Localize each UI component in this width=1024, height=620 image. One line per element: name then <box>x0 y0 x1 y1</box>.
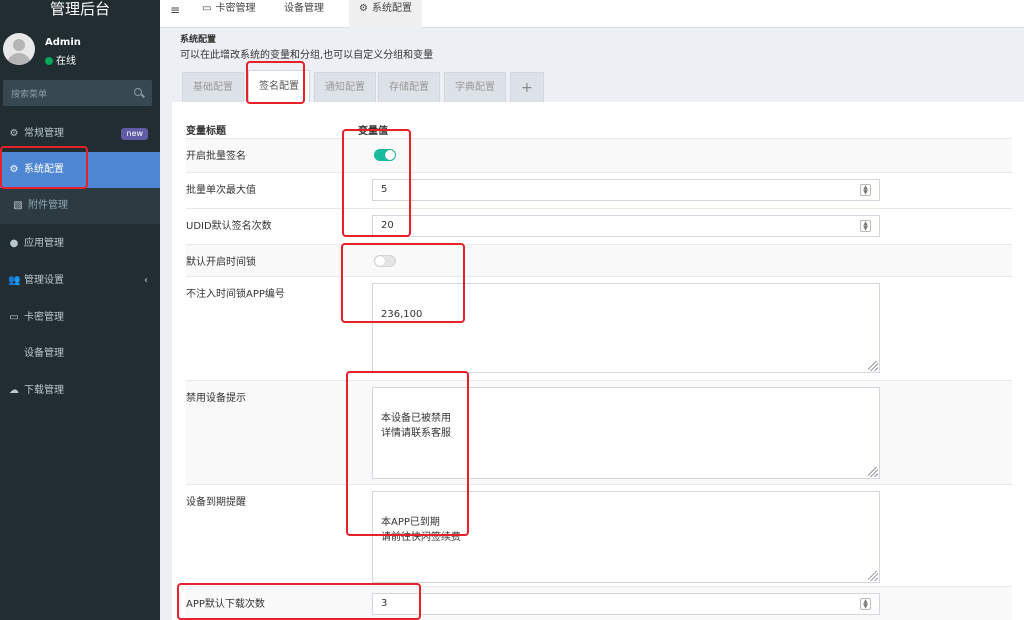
highlight-box <box>341 243 465 323</box>
row-label: 禁用设备提示 <box>186 393 246 404</box>
tab-dict-config[interactable]: 字典配置 <box>444 72 506 102</box>
sidebar: 管理后台 Admin 在线 搜索菜单 ⚙ 常规管理 new ⚙ 系统配置 ▧ 附件管理… <box>0 0 160 620</box>
users-icon: 👥 <box>8 275 21 286</box>
brand-title[interactable]: 管理后台 <box>0 0 160 22</box>
config-row: 默认开启时间锁 <box>186 244 1012 276</box>
user-name: Admin <box>45 37 81 48</box>
column-header-title: 变量标题 <box>186 126 226 137</box>
sidebar-item-label: 卡密管理 <box>24 312 64 323</box>
search-placeholder: 搜索菜单 <box>11 90 48 100</box>
config-panel: 变量标题 变量值 开启批量签名 批量单次最大值 5 ▲ ▼ UDID默认签名次数 … <box>172 102 1024 620</box>
row-label: 不注入时间锁APP编号 <box>186 289 285 300</box>
resize-grip-icon[interactable] <box>868 361 878 371</box>
sidebar-item-downloads[interactable]: ☁ 下载管理 <box>0 373 160 409</box>
sidebar-item-label: 设备管理 <box>24 348 64 359</box>
highlight-box <box>0 146 88 189</box>
config-row: 不注入时间锁APP编号 236,100 <box>186 276 1012 380</box>
new-badge: new <box>121 128 148 140</box>
tab-storage-config[interactable]: 存储配置 <box>378 72 440 102</box>
tab-cards[interactable]: ▭ 卡密管理 <box>192 0 265 28</box>
sidebar-item-label: 应用管理 <box>24 238 64 249</box>
search-icon[interactable] <box>134 88 142 96</box>
sidebar-item-admin-settings[interactable]: 👥 管理设置 ‹ <box>0 263 160 299</box>
tab-basic-config[interactable]: 基础配置 <box>182 72 244 102</box>
file-image-icon: ▧ <box>13 200 23 211</box>
sidebar-item-label: 下载管理 <box>24 385 64 396</box>
highlight-box <box>246 61 305 104</box>
tab-label: 卡密管理 <box>215 3 256 14</box>
highlight-box <box>177 583 421 620</box>
spinner-icon[interactable]: ▲ ▼ <box>860 220 871 232</box>
main-content: 系统配置 可以在此增改系统的变量和分组,也可以自定义分组和变量 基础配置 签名配… <box>160 28 1024 620</box>
menu-search-input[interactable]: 搜索菜单 <box>3 80 152 106</box>
app-download-count-input[interactable]: 3 ▲ ▼ <box>372 593 880 615</box>
tab-label: 设备管理 <box>284 3 324 14</box>
top-navbar: ≡ ▭ 卡密管理 设备管理 ⚙ 系统配置 <box>160 0 1024 28</box>
sidebar-item-attachments[interactable]: ▧ 附件管理 <box>0 188 160 224</box>
highlight-box <box>342 129 411 237</box>
user-panel: Admin 在线 <box>0 30 160 70</box>
row-label: 设备到期提醒 <box>186 497 246 508</box>
resize-grip-icon[interactable] <box>868 467 878 477</box>
credit-card-icon: ▭ <box>9 312 19 323</box>
user-status: 在线 <box>45 52 76 67</box>
batch-max-input[interactable]: 5 ▲ ▼ <box>372 179 880 201</box>
page-title: 系统配置 <box>180 35 217 45</box>
sidebar-item-label: 常规管理 <box>24 128 64 139</box>
config-row: UDID默认签名次数 20 ▲ ▼ <box>186 208 1012 244</box>
spinner-icon[interactable]: ▲ ▼ <box>860 598 871 610</box>
gear-icon: ⚙ <box>359 3 368 14</box>
config-row: 设备到期提醒 本APP已到期 请前往快闪签续费 <box>186 484 1012 586</box>
sidebar-item-devices[interactable]: 设备管理 <box>0 336 160 372</box>
config-row: 批量单次最大值 5 ▲ ▼ <box>186 172 1012 208</box>
tab-label: 系统配置 <box>371 3 412 14</box>
config-row: 开启批量签名 <box>186 138 1012 172</box>
sidebar-item-label: 附件管理 <box>28 200 68 211</box>
online-dot-icon <box>45 57 53 65</box>
credit-card-icon: ▭ <box>202 3 212 14</box>
row-label: 开启批量签名 <box>186 151 246 162</box>
row-label: 默认开启时间锁 <box>186 257 256 268</box>
user-status-label: 在线 <box>56 56 76 67</box>
circle-icon: ● <box>9 238 19 249</box>
sidebar-item-cards[interactable]: ▭ 卡密管理 <box>0 300 160 336</box>
spinner-icon[interactable]: ▲ ▼ <box>860 184 871 196</box>
row-label: 批量单次最大值 <box>186 185 256 196</box>
sidebar-item-label: 管理设置 <box>24 275 64 286</box>
page-subtitle: 可以在此增改系统的变量和分组,也可以自定义分组和变量 <box>180 50 434 61</box>
config-row: 禁用设备提示 本设备已被禁用 详情请联系客服 <box>186 380 1012 484</box>
row-label: UDID默认签名次数 <box>186 221 272 232</box>
cloud-download-icon: ☁ <box>9 385 19 396</box>
sidebar-item-apps[interactable]: ● 应用管理 <box>0 226 160 262</box>
resize-grip-icon[interactable] <box>868 571 878 581</box>
tab-system-config[interactable]: ⚙ 系统配置 <box>349 0 422 28</box>
tab-devices[interactable]: 设备管理 <box>270 0 334 28</box>
highlight-box <box>346 371 469 536</box>
menu-toggle-icon[interactable]: ≡ <box>170 3 181 17</box>
chevron-left-icon: ‹ <box>144 275 148 286</box>
tab-notify-config[interactable]: 通知配置 <box>314 72 376 102</box>
avatar <box>3 33 35 65</box>
tab-add-button[interactable]: + <box>510 72 544 102</box>
udid-sign-count-input[interactable]: 20 ▲ ▼ <box>372 215 880 237</box>
